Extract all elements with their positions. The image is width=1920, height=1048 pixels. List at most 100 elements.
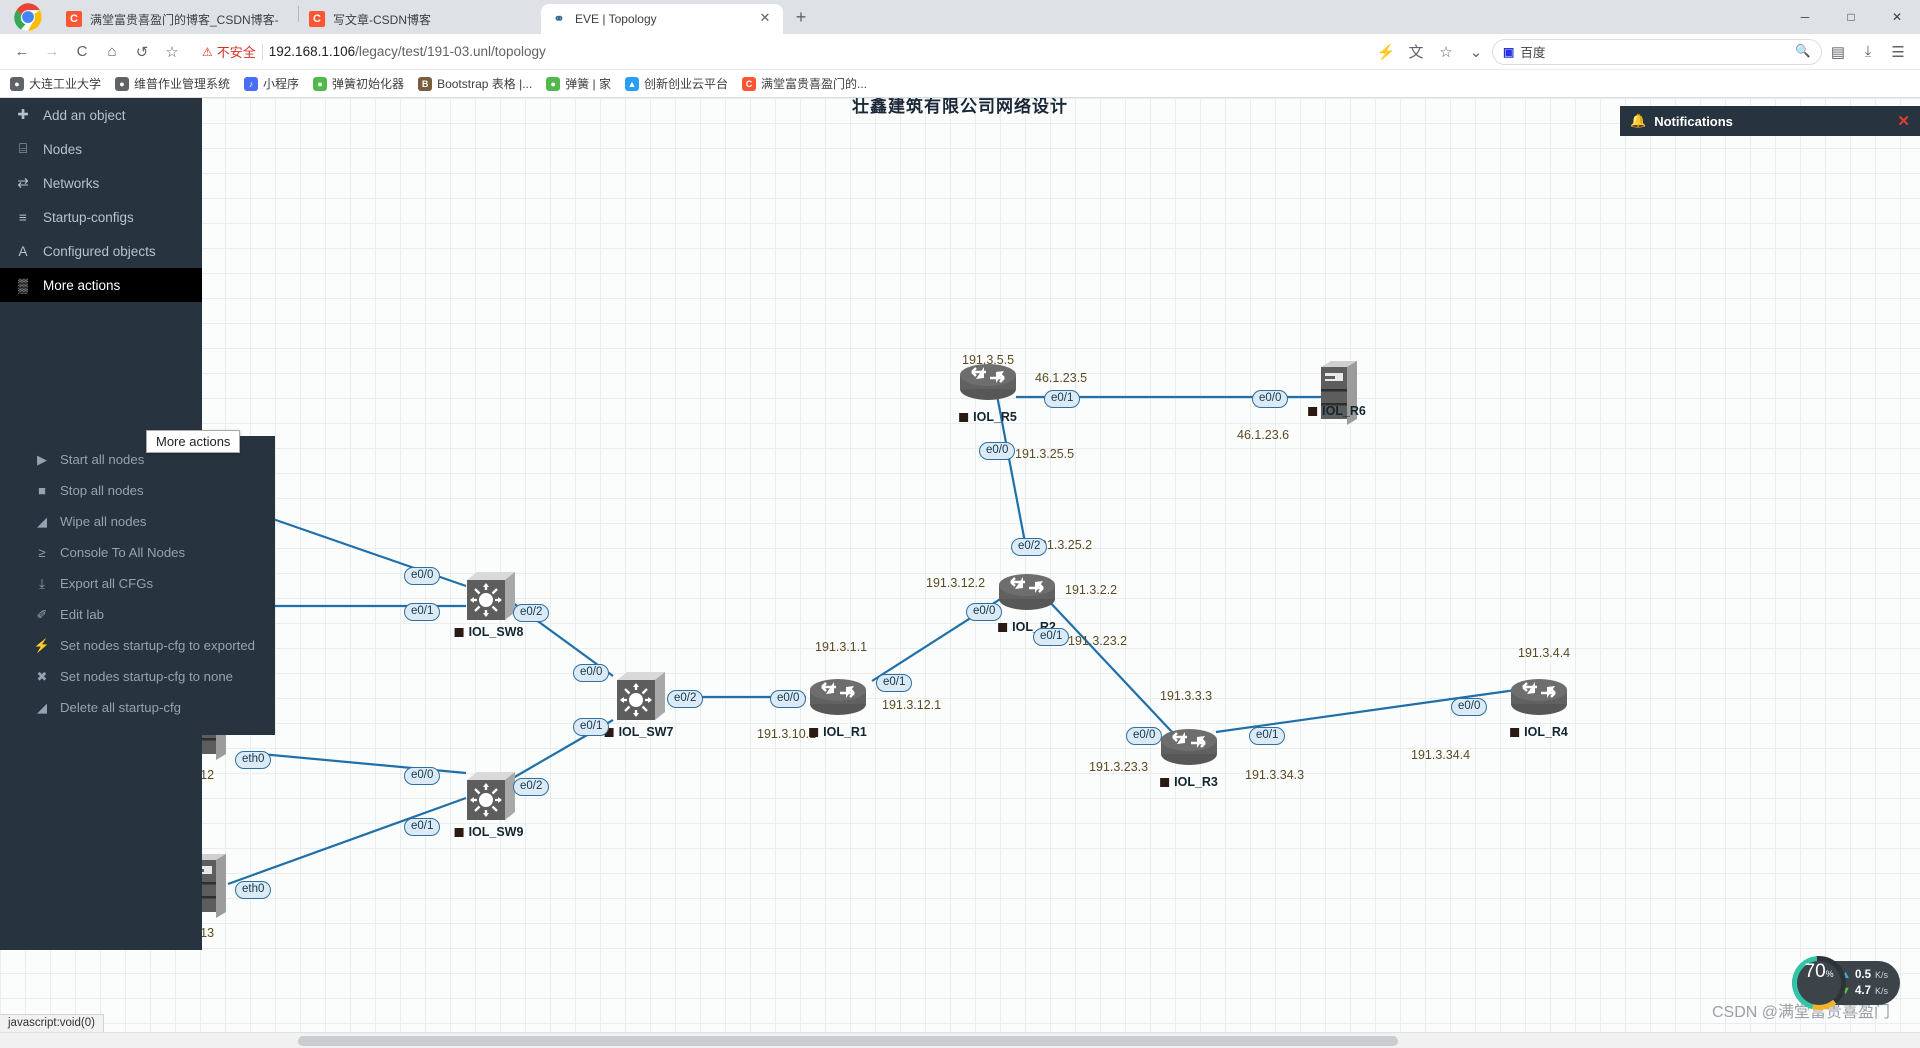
node-icon-iol-r4[interactable] (1509, 677, 1569, 717)
port-label[interactable]: e0/0 (404, 567, 441, 585)
menu-item-edit-lab[interactable]: ✐ Edit lab (10, 599, 275, 630)
bookmark-favicon-icon: ● (115, 76, 130, 91)
maximize-button[interactable]: □ (1828, 0, 1874, 34)
topology-canvas[interactable] (0, 98, 1920, 1048)
security-warning[interactable]: ⚠ 不安全 (202, 42, 256, 61)
node-icon-iol-r1[interactable] (808, 677, 868, 717)
node-status-icon (959, 412, 969, 422)
back-button[interactable]: ← (8, 38, 36, 66)
ip-label: 46.1.23.5 (1035, 371, 1088, 385)
menu-item-export-all-cfgs[interactable]: ⤓ Export all CFGs (10, 568, 275, 599)
port-label[interactable]: e0/1 (876, 674, 913, 692)
bookmark-item[interactable]: ● 大连工业大学 (10, 75, 101, 92)
node-icon-iol-sw7[interactable] (615, 670, 667, 722)
node-icon-iol-r2[interactable] (997, 572, 1057, 612)
downloads-icon[interactable]: ⤓ (1854, 38, 1882, 66)
port-label[interactable]: e0/1 (573, 718, 610, 736)
close-icon[interactable]: ✕ (1897, 112, 1910, 130)
port-label[interactable]: e0/0 (1252, 390, 1289, 408)
tab-strip: C 满堂富贵喜盈门的博客_CSDN博客- C 写文章-CSDN博客 ⚭ EVE … (0, 0, 1920, 34)
port-label[interactable]: e0/1 (1044, 390, 1081, 408)
chevron-down-icon[interactable]: ⌄ (1462, 38, 1490, 66)
horizontal-scrollbar[interactable] (0, 1032, 1920, 1048)
node-icon-iol-sw9[interactable] (465, 770, 517, 822)
sidebar-item-networks[interactable]: ⇄ Networks (0, 166, 202, 200)
home-button[interactable]: ⌂ (98, 38, 126, 66)
history-button[interactable]: ↺ (128, 38, 156, 66)
bookmark-label: 大连工业大学 (29, 77, 102, 91)
download-speed-row: ▼ 4.7 K/s (1840, 983, 1888, 999)
port-label[interactable]: e0/0 (770, 690, 807, 708)
port-label[interactable]: e0/0 (1126, 727, 1163, 745)
port-label[interactable]: e0/0 (966, 603, 1003, 621)
translate-icon[interactable]: 文 (1402, 38, 1430, 66)
system-monitor-widget[interactable]: 70 % ▲ 0.5 K/s ▼ 4.7 K/s (1792, 956, 1900, 1010)
close-window-button[interactable]: ✕ (1874, 0, 1920, 34)
browser-tab[interactable]: C 满堂富贵喜盈门的博客_CSDN博客- (56, 4, 298, 34)
port-label[interactable]: e0/0 (1451, 698, 1488, 716)
url-host: 192.168.1.106 (268, 44, 356, 59)
minimize-button[interactable]: ─ (1782, 0, 1828, 34)
port-label[interactable]: e0/1 (1249, 727, 1286, 745)
browser-tab[interactable]: C 写文章-CSDN博客 (299, 4, 541, 34)
bookmark-star-button[interactable]: ☆ (158, 38, 186, 66)
forward-button[interactable]: → (38, 38, 66, 66)
sidebar-item-add-an-object[interactable]: ✚ Add an object (0, 98, 202, 132)
port-label[interactable]: e0/2 (513, 778, 550, 796)
port-label[interactable]: eth0 (235, 881, 272, 899)
port-label[interactable]: e0/1 (1033, 628, 1070, 646)
port-label[interactable]: e0/1 (404, 818, 441, 836)
node-icon-iol-r3[interactable] (1159, 727, 1219, 767)
port-label[interactable]: e0/0 (573, 664, 610, 682)
port-label[interactable]: e0/2 (667, 690, 704, 708)
menu-item-stop-all-nodes[interactable]: ■ Stop all nodes (10, 475, 275, 506)
letter-a-icon: A (18, 243, 28, 259)
close-icon[interactable]: ✕ (757, 11, 773, 27)
menu-item-delete-all-startup-cfg[interactable]: ◢ Delete all startup-cfg (10, 692, 275, 723)
sidebar-item-more-actions[interactable]: ▒ More actions (0, 268, 202, 302)
profile-icon[interactable]: ▤ (1824, 38, 1852, 66)
node-label: IOL_R1 (809, 725, 867, 739)
extension-icon[interactable]: ⚡ (1372, 38, 1400, 66)
port-label[interactable]: e0/2 (1011, 538, 1048, 556)
scrollbar-thumb[interactable] (298, 1036, 1398, 1046)
bookmark-item[interactable]: C 满堂富贵喜盈门的... (742, 75, 867, 92)
port-label[interactable]: e0/0 (979, 442, 1016, 460)
menu-item-console-to-all-nodes[interactable]: ≥ Console To All Nodes (10, 537, 275, 568)
bookmark-favicon-icon: ● (10, 76, 24, 91)
port-label[interactable]: eth0 (235, 751, 272, 769)
node-status-icon (454, 627, 464, 637)
port-label[interactable]: e0/0 (404, 767, 441, 785)
menu-item-set-nodes-startup-cfg-to-exported[interactable]: ⚡ Set nodes startup-cfg to exported (10, 630, 275, 661)
ip-label: 191.3.4.4 (1518, 646, 1571, 660)
bookmark-item[interactable]: ▲ 创新创业云平台 (625, 75, 728, 92)
ip-label: 191.3.34.4 (1411, 748, 1471, 762)
download-icon: ⤓ (39, 575, 45, 591)
browser-menu-icon[interactable]: ☰ (1884, 38, 1912, 66)
bookmark-item[interactable]: ♪ 小程序 (244, 75, 299, 92)
sidebar-item-startup-configs[interactable]: ≡ Startup-configs (0, 200, 202, 234)
menu-item-set-nodes-startup-cfg-to-none[interactable]: ✖ Set nodes startup-cfg to none (10, 661, 275, 692)
new-tab-button[interactable]: + (787, 4, 815, 32)
star-icon[interactable]: ☆ (1432, 38, 1460, 66)
port-label[interactable]: e0/1 (404, 603, 441, 621)
node-icon-iol-r5[interactable] (958, 362, 1018, 402)
bookmark-item[interactable]: ● 弹簧初始化器 (313, 75, 404, 92)
bookmark-item[interactable]: ● 弹簧 | 家 (546, 75, 611, 92)
bookmark-item[interactable]: B Bootstrap 表格 |... (418, 75, 532, 92)
address-bar[interactable]: ⚠ 不安全 192.168.1.106/legacy/test/191-03.u… (194, 38, 1364, 65)
browser-tab-active[interactable]: ⚭ EVE | Topology ✕ (541, 4, 783, 34)
search-icon[interactable]: 🔍 (1795, 44, 1811, 59)
bookmark-item[interactable]: ● 维普作业管理系统 (115, 75, 230, 92)
ip-label: 191.3.3.3 (1160, 689, 1213, 703)
port-label[interactable]: e0/2 (513, 604, 550, 622)
node-icon-iol-sw8[interactable] (465, 570, 517, 622)
sidebar-item-configured-objects[interactable]: A Configured objects (0, 234, 202, 268)
menu-item-wipe-all-nodes[interactable]: ◢ Wipe all nodes (10, 506, 275, 537)
search-input[interactable]: ▣ 百度 🔍 (1492, 38, 1822, 65)
reload-button[interactable]: C (68, 38, 96, 66)
browser-toolbar: ← → C ⌂ ↺ ☆ ⚠ 不安全 192.168.1.106/legacy/t… (0, 34, 1920, 70)
sidebar-item-nodes[interactable]: ⌸ Nodes (0, 132, 202, 166)
eve-icon: ⚭ (553, 11, 565, 26)
node-label: IOL_R3 (1160, 775, 1218, 789)
